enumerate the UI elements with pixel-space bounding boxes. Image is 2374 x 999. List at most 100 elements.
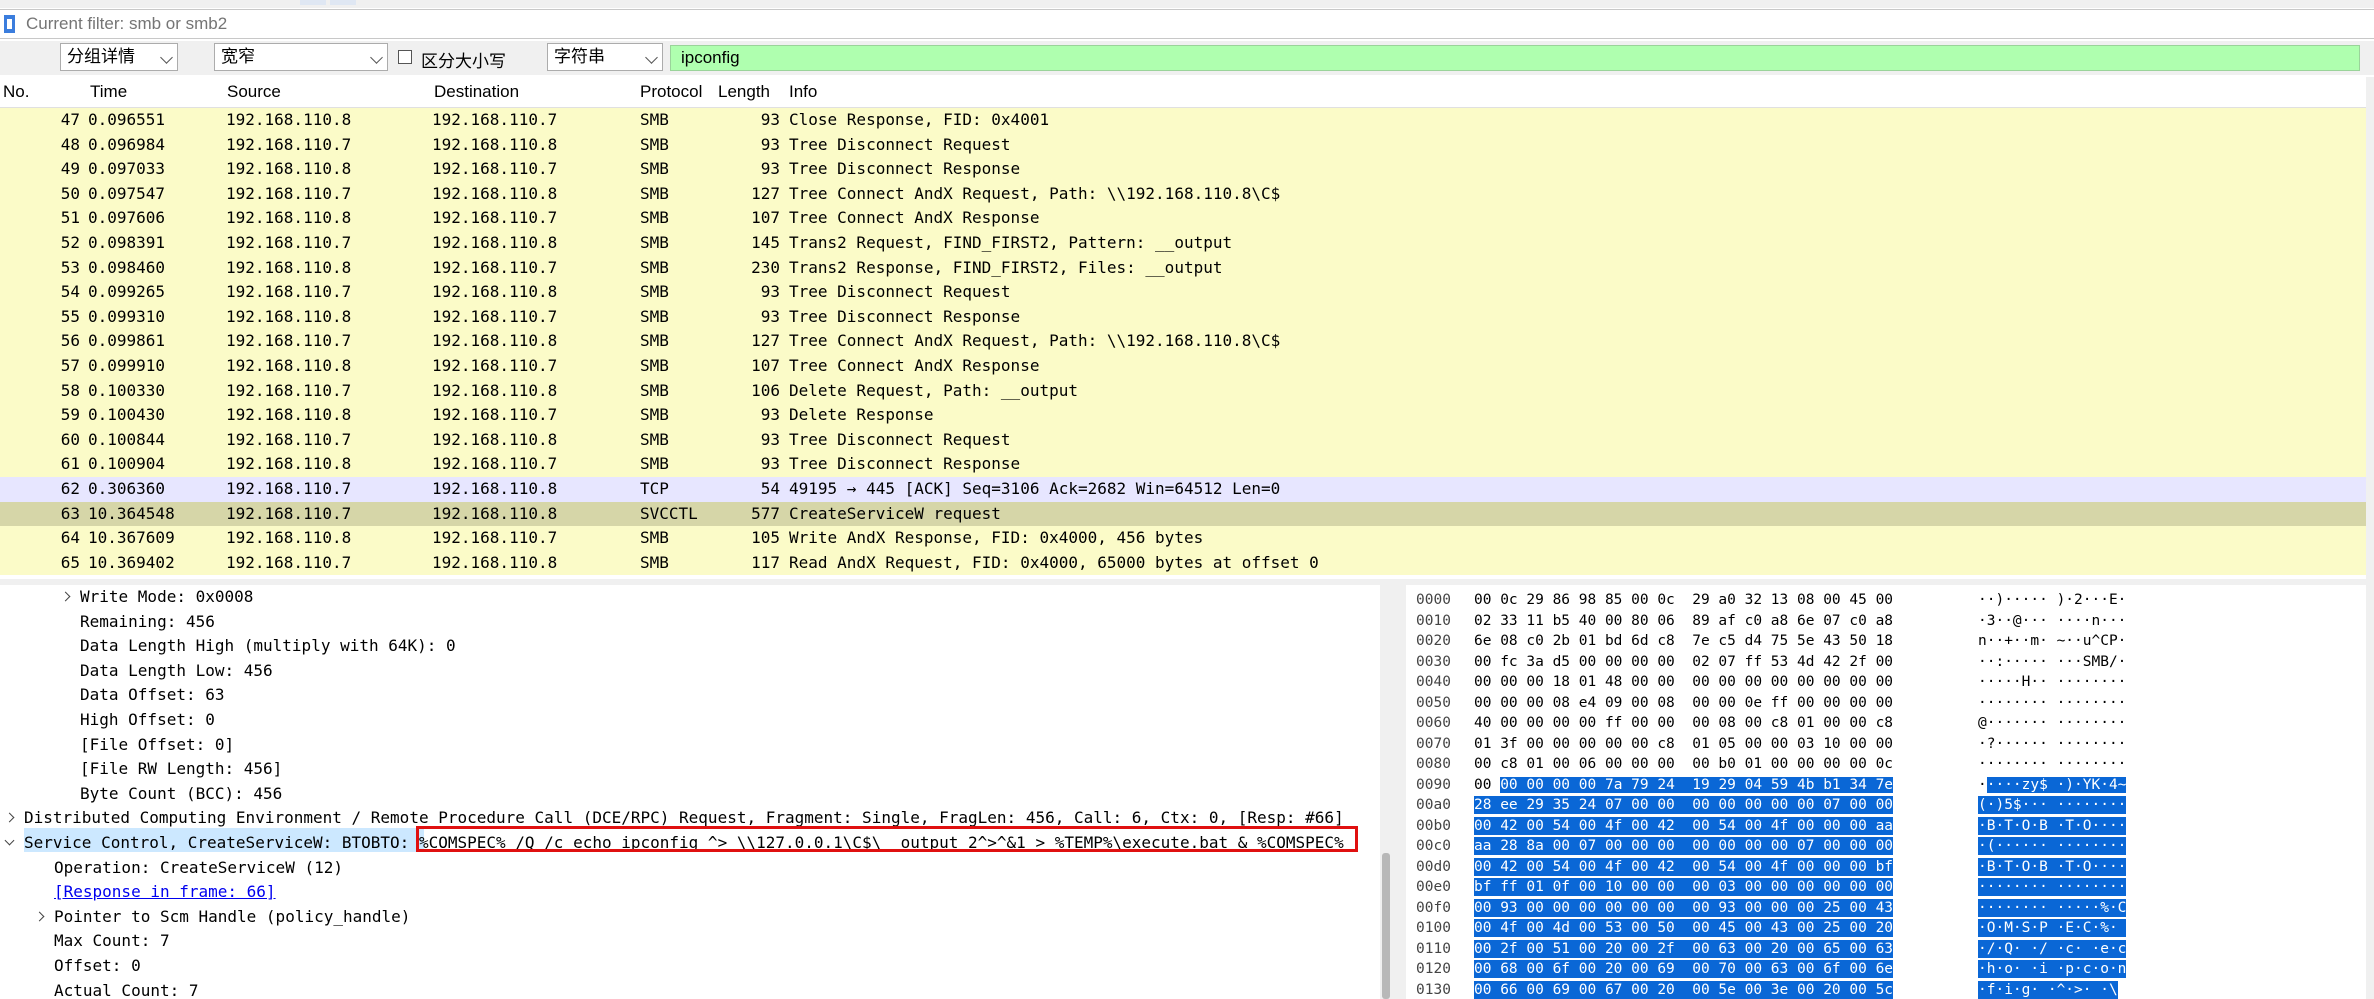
ascii-bytes[interactable]: ··:····· ···SMB/· [1978,653,2126,671]
search-type-select[interactable]: 字符串 [547,43,663,71]
packet-row[interactable]: 53 0.098460 192.168.110.8 192.168.110.7 SMB 2… [0,255,2368,281]
column-header-protocol[interactable]: Protocol [640,82,702,102]
packet-row[interactable]: 55 0.099310 192.168.110.8 192.168.110.7 SMB 9… [0,304,2368,330]
ascii-bytes[interactable]: ·····zy$ ·)·YK·4~ [1978,776,2127,794]
case-sensitive-checkbox[interactable] [398,50,412,64]
packet-row[interactable]: 49 0.097033 192.168.110.8 192.168.110.7 SMB 9… [0,157,2368,182]
ascii-bytes[interactable]: n··+··m· ~··u^CP· [1978,632,2126,650]
cell-length: 93 [760,110,780,129]
cell-protocol: SMB [640,454,669,474]
hex-bytes[interactable]: 00 c8 01 00 06 00 00 00 00 b0 01 00 00 0… [1474,755,1893,773]
ascii-bytes[interactable]: @······· ········ [1978,714,2126,732]
cell-destination: 192.168.110.7 [432,208,558,228]
ascii-bytes[interactable]: ··)····· )·2···E· [1978,591,2126,609]
hex-bytes[interactable]: aa 28 8a 00 07 00 00 00 00 00 00 00 07 0… [1474,837,1894,855]
details-scrollbar-thumb[interactable] [1382,853,1390,999]
expand-down-icon[interactable] [4,835,15,846]
ascii-bytes[interactable]: ········ ·····%·C [1978,898,2127,917]
packet-list-scrollbar[interactable] [2366,77,2374,579]
cell-length: 577 [751,503,780,523]
packet-row[interactable]: 51 0.097606 192.168.110.8 192.168.110.7 SMB 1… [0,206,2368,231]
hex-bytes[interactable]: 00 93 00 00 00 00 00 00 00 93 00 00 00 2… [1474,898,1894,917]
packet-row[interactable]: 54 0.099265 192.168.110.7 192.168.110.8 SMB 9… [0,280,2368,305]
packet-row[interactable]: 62 0.306360 192.168.110.7 192.168.110.8 TCP 5… [0,477,2368,502]
hex-bytes[interactable]: 00 68 00 6f 00 20 00 69 00 70 00 63 00 6… [1474,960,1894,978]
hex-bytes[interactable]: 00 42 00 54 00 4f 00 42 00 54 00 4f 00 0… [1474,816,1894,835]
ascii-bytes[interactable]: ·?······ ········ [1978,735,2126,753]
packet-row[interactable]: 47 0.096551 192.168.110.8 192.168.110.7 SMB 9… [0,108,2368,133]
search-in-select[interactable]: 分组详情 [60,43,178,71]
packet-row[interactable]: 52 0.098391 192.168.110.7 192.168.110.8 SMB 1… [0,231,2368,256]
expand-right-icon[interactable] [4,812,15,823]
expand-right-icon[interactable] [34,911,45,922]
hex-bytes[interactable]: 00 00 00 18 01 48 00 00 00 00 00 00 00 0… [1474,673,1893,691]
hex-bytes[interactable]: 00 42 00 54 00 4f 00 42 00 54 00 4f 00 0… [1474,857,1894,876]
packet-row[interactable]: 63 10.364548 192.168.110.7 192.168.110.8 SVC… [0,501,2368,527]
packet-row[interactable]: 64 10.367609 192.168.110.8 192.168.110.7 SMB… [0,526,2368,551]
ascii-bytes[interactable]: ········ ········ [1978,755,2126,773]
ascii-bytes[interactable]: ·f·i·g· ·^·>· ·\ [1978,980,2118,999]
cell-protocol: SMB [640,306,669,326]
packet-row[interactable]: 58 0.100330 192.168.110.7 192.168.110.8 SMB 1… [0,378,2368,404]
hex-bytes[interactable]: bf ff 01 0f 00 10 00 00 00 03 00 00 00 0… [1474,878,1894,896]
column-header-no[interactable]: No. [3,82,29,102]
char-width-select[interactable]: 宽窄 [214,43,388,71]
expand-right-icon[interactable] [60,591,71,602]
ascii-bytes[interactable]: ·/·Q· ·/ ·c· ·e·c [1978,939,2127,958]
ascii-bytes[interactable]: ········ ········ [1978,694,2126,712]
column-header-source[interactable]: Source [227,82,281,102]
column-header-info[interactable]: Info [789,82,817,102]
display-filter-bar [0,9,2374,39]
packet-row[interactable]: 57 0.099910 192.168.110.8 192.168.110.7 SMB 1… [0,354,2368,379]
packet-row[interactable]: 50 0.097547 192.168.110.7 192.168.110.8 SMB 1… [0,181,2368,207]
hex-bytes[interactable]: 01 3f 00 00 00 00 00 c8 01 05 00 00 03 1… [1474,735,1893,753]
ascii-bytes[interactable]: (·)5$··· ········ [1978,796,2127,814]
hex-bytes[interactable]: 6e 08 c0 2b 01 bd 6d c8 7e c5 d4 75 5e 4… [1474,632,1893,650]
top-strip [0,0,2374,8]
ascii-bytes[interactable]: ·O·M·S·P ·E·C·%· [1978,919,2127,937]
cell-length: 127 [751,331,780,351]
pane-splitter-vertical[interactable] [1394,585,1406,999]
ascii-bytes[interactable]: ·····H·· ········ [1978,673,2126,691]
ascii-bytes[interactable]: ········ ········ [1978,878,2127,896]
packet-row[interactable]: 60 0.100844 192.168.110.7 192.168.110.8 SMB 9… [0,427,2368,453]
filter-bookmark-icon[interactable] [4,15,15,33]
ascii-bytes[interactable]: ·B·T·O·B ·T·O···· [1978,857,2127,876]
hex-bytes[interactable]: 00 00 00 08 e4 09 00 08 00 00 0e ff 00 0… [1474,694,1893,712]
cell-protocol: SVCCTL [640,503,698,523]
hex-bytes[interactable]: 00 fc 3a d5 00 00 00 00 02 07 ff 53 4d 4… [1474,653,1893,671]
ascii-bytes[interactable]: ·h·o· ·i ·p·c·o·n [1978,960,2127,978]
hex-bytes[interactable]: 00 2f 00 51 00 20 00 2f 00 63 00 20 00 6… [1474,939,1894,958]
hex-bytes[interactable]: 00 4f 00 4d 00 53 00 50 00 45 00 43 00 2… [1474,919,1894,937]
hex-bytes[interactable]: 00 0c 29 86 98 85 00 0c 29 a0 32 13 08 0… [1474,591,1893,609]
packet-row[interactable]: 65 10.369402 192.168.110.7 192.168.110.8 SMB… [0,550,2368,576]
hex-offset: 00a0 [1416,797,1451,813]
toolbar-tab[interactable] [300,0,326,5]
column-header-destination[interactable]: Destination [434,82,519,102]
hex-bytes[interactable]: 40 00 00 00 00 ff 00 00 00 08 00 c8 01 0… [1474,714,1893,732]
bytes-scrollbar[interactable] [2366,585,2374,999]
hex-bytes[interactable]: 28 ee 29 35 24 07 00 00 00 00 00 00 00 0… [1474,796,1894,814]
toolbar-tab[interactable] [330,0,356,5]
column-header-length[interactable]: Length [718,82,770,102]
display-filter-input[interactable] [20,13,2372,35]
response-frame-link[interactable]: [Response in frame: 66] [54,880,276,904]
cell-info: Tree Connect AndX Request, Path: \\192.1… [789,183,1281,203]
cell-time: 0.098460 [88,257,166,277]
ascii-bytes[interactable]: ·B·T·O·B ·T·O···· [1978,816,2127,835]
packet-row[interactable]: 59 0.100430 192.168.110.8 192.168.110.7 SMB 9… [0,403,2368,428]
ascii-bytes[interactable]: ·(······ ········ [1978,837,2127,855]
cell-no: 63 [60,503,80,523]
hex-bytes[interactable]: 00 66 00 69 00 67 00 20 00 5e 00 3e 00 2… [1474,980,1894,999]
packet-row[interactable]: 61 0.100904 192.168.110.8 192.168.110.7 SMB 9… [0,452,2368,477]
hex-bytes[interactable]: 02 33 11 b5 40 00 80 06 89 af c0 a8 6e 0… [1474,612,1893,630]
packet-row[interactable]: 56 0.099861 192.168.110.7 192.168.110.8 SMB 1… [0,329,2368,354]
column-header-time[interactable]: Time [90,82,127,102]
cell-time: 0.096551 [88,110,166,129]
cell-time: 0.306360 [88,479,166,498]
packet-row[interactable]: 48 0.096984 192.168.110.7 192.168.110.8 SMB 9… [0,132,2368,158]
cell-time: 0.100904 [88,454,166,474]
hex-bytes[interactable]: 00 00 00 00 00 7a 79 24 19 29 04 59 4b b… [1474,776,1894,794]
search-string-input[interactable]: ipconfig [670,45,2360,71]
ascii-bytes[interactable]: ·3··@··· ····n··· [1978,612,2126,630]
